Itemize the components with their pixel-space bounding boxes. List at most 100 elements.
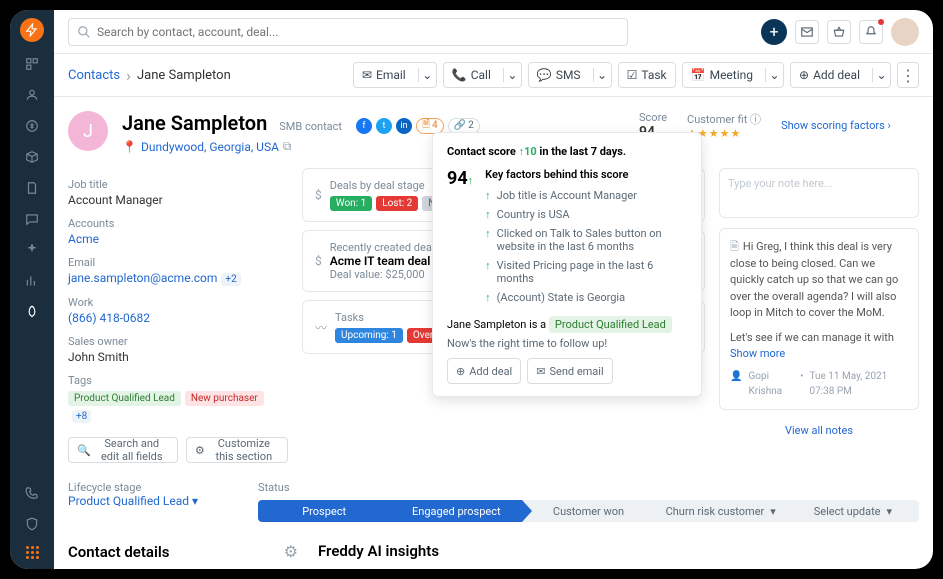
contact-type: SMB contact — [279, 120, 342, 133]
chevron-down-icon[interactable]: ⌄ — [418, 68, 436, 82]
view-all-notes-link[interactable]: View all notes — [719, 424, 919, 437]
status-won[interactable]: Customer won — [522, 500, 654, 522]
email-link[interactable]: jane.sampleton@acme.com — [68, 271, 217, 285]
factor: Job title is Account Manager — [497, 189, 637, 202]
copy-icon[interactable]: ⧉ — [283, 139, 292, 154]
sms-button[interactable]: 💬 SMS⌄ — [528, 62, 612, 88]
deal-value: Deal value: $25,000 — [330, 268, 435, 281]
top-bar: + — [54, 10, 933, 54]
edit-fields-button[interactable]: 🔍 Search and edit all fields — [68, 437, 178, 463]
chevron-down-icon[interactable]: ⌄ — [765, 68, 783, 82]
contact-fields-column: Job title Account Manager Accounts Acme … — [68, 168, 288, 463]
note-body: Hi Greg, I think this deal is very close… — [730, 240, 898, 319]
popover-heading: Key factors behind this score — [485, 168, 687, 181]
breadcrumb: Contacts › Jane Sampleton ✉ Email⌄ 📞 Cal… — [54, 54, 933, 97]
note-card: 🗎 Hi Greg, I think this deal is very clo… — [719, 228, 919, 410]
sms-label: SMS — [556, 68, 581, 82]
meeting-button[interactable]: 📅 Meeting⌄ — [682, 62, 784, 88]
field-label: Work — [68, 296, 288, 309]
add-button[interactable]: + — [761, 19, 787, 45]
linkedin-icon[interactable]: in — [396, 118, 412, 134]
tag[interactable]: New purchaser — [185, 391, 264, 406]
show-more-link[interactable]: Show more — [730, 347, 785, 360]
lost-badge: Lost: 2 — [376, 196, 418, 211]
search-input[interactable] — [97, 25, 619, 39]
deal-name: Acme IT team deal — [330, 254, 435, 268]
nav-report-icon[interactable] — [23, 272, 41, 290]
pql-tag: Product Qualified Lead — [549, 316, 672, 333]
user-avatar[interactable] — [891, 18, 919, 46]
left-nav — [10, 10, 54, 569]
tag[interactable]: Product Qualified Lead — [68, 391, 181, 406]
summary-cards: $ Deals by deal stage Won: 1 Lost: 2 New… — [302, 168, 705, 463]
field-label: Email — [68, 256, 288, 269]
task-label: Task — [641, 68, 666, 82]
popover-text: Jane Sampleton is a — [447, 318, 549, 331]
insights-title: Freddy AI insights — [318, 542, 919, 560]
nav-spark-icon[interactable] — [23, 241, 41, 259]
note-time: Tue 11 May, 2021 07:38 PM — [809, 369, 908, 399]
author-icon: 👤 — [730, 369, 742, 399]
factor: Clicked on Talk to Sales button on websi… — [497, 227, 687, 253]
nav-chat-icon[interactable] — [23, 210, 41, 228]
search-icon — [77, 25, 91, 39]
contact-name: Jane Sampleton — [122, 111, 267, 135]
twitter-icon[interactable]: t — [376, 118, 392, 134]
bell-icon[interactable] — [859, 20, 883, 44]
popover-text: Now's the right time to follow up! — [447, 337, 687, 350]
email-more-badge[interactable]: +2 — [221, 273, 240, 286]
factor: (Account) State is Georgia — [497, 291, 625, 304]
phone-link[interactable]: (866) 418-0682 — [68, 311, 288, 325]
email-button[interactable]: ✉ Email⌄ — [353, 62, 437, 88]
lifecycle-stage-dropdown[interactable]: Product Qualified Lead ▾ — [68, 494, 198, 508]
chevron-down-icon[interactable]: ⌄ — [593, 68, 611, 82]
nav-box-icon[interactable] — [23, 148, 41, 166]
global-search[interactable] — [68, 18, 628, 46]
location-icon: 📍 — [122, 140, 137, 154]
nav-contacts-icon[interactable] — [23, 86, 41, 104]
popover-text: Contact score — [447, 145, 519, 158]
score-popover: Contact score ↑10 in the last 7 days. 94… — [432, 132, 702, 397]
status-prospect[interactable]: Prospect — [258, 500, 390, 522]
chevron-down-icon[interactable]: ⌄ — [503, 68, 521, 82]
notification-dot — [878, 19, 884, 25]
facebook-icon[interactable]: f — [356, 118, 372, 134]
tags-more-badge[interactable]: +8 — [72, 410, 91, 423]
more-menu-icon[interactable]: ⋮ — [897, 62, 919, 88]
contact-location[interactable]: Dundywood, Georgia, USA — [141, 140, 279, 154]
nav-rocket-icon[interactable] — [23, 303, 41, 321]
activity-icon: 〰 — [315, 319, 327, 336]
popover-add-deal-button[interactable]: ⊕ Add deal — [447, 358, 521, 384]
insights-panel: Freddy AI insights Key scoring factors P… — [318, 542, 919, 569]
call-button[interactable]: 📞 Call⌄ — [443, 62, 522, 88]
account-link[interactable]: Acme — [68, 232, 288, 246]
note-input[interactable]: Type your note here... — [719, 168, 919, 218]
task-button[interactable]: ☑ Task — [618, 62, 676, 88]
money-icon: $ — [315, 188, 322, 202]
call-label: Call — [471, 68, 491, 82]
contact-details-panel: Contact details ⚙ 〰Activities ☰Contact f… — [68, 542, 298, 569]
nav-dashboard-icon[interactable] — [23, 55, 41, 73]
customize-button[interactable]: ⚙ Customize this section — [186, 437, 288, 463]
logo-icon[interactable] — [20, 18, 44, 42]
status-engaged[interactable]: Engaged prospect — [390, 500, 522, 522]
popover-delta: 10 — [524, 145, 537, 158]
show-factors-link[interactable]: Show scoring factors › — [781, 119, 891, 132]
popover-text: in the last 7 days. — [537, 145, 626, 158]
nav-money-icon[interactable] — [23, 117, 41, 135]
nav-shield-icon[interactable] — [23, 515, 41, 533]
nav-phone-icon[interactable] — [23, 484, 41, 502]
add-deal-button[interactable]: ⊕ Add deal⌄ — [790, 62, 891, 88]
gear-icon[interactable]: ⚙ — [284, 542, 298, 561]
nav-doc-icon[interactable] — [23, 179, 41, 197]
contact-avatar: J — [68, 111, 108, 151]
badge-notes-count: 4 — [432, 120, 438, 131]
mail-icon[interactable] — [795, 20, 819, 44]
basket-icon[interactable] — [827, 20, 851, 44]
breadcrumb-root[interactable]: Contacts — [68, 68, 120, 83]
status-churn[interactable]: Churn risk customer ▾ — [655, 500, 787, 522]
popover-send-email-button[interactable]: ✉ Send email — [527, 358, 612, 384]
status-select[interactable]: Select update ▾ — [787, 500, 919, 522]
nav-apps-icon[interactable] — [26, 546, 39, 559]
chevron-down-icon[interactable]: ⌄ — [872, 68, 890, 82]
